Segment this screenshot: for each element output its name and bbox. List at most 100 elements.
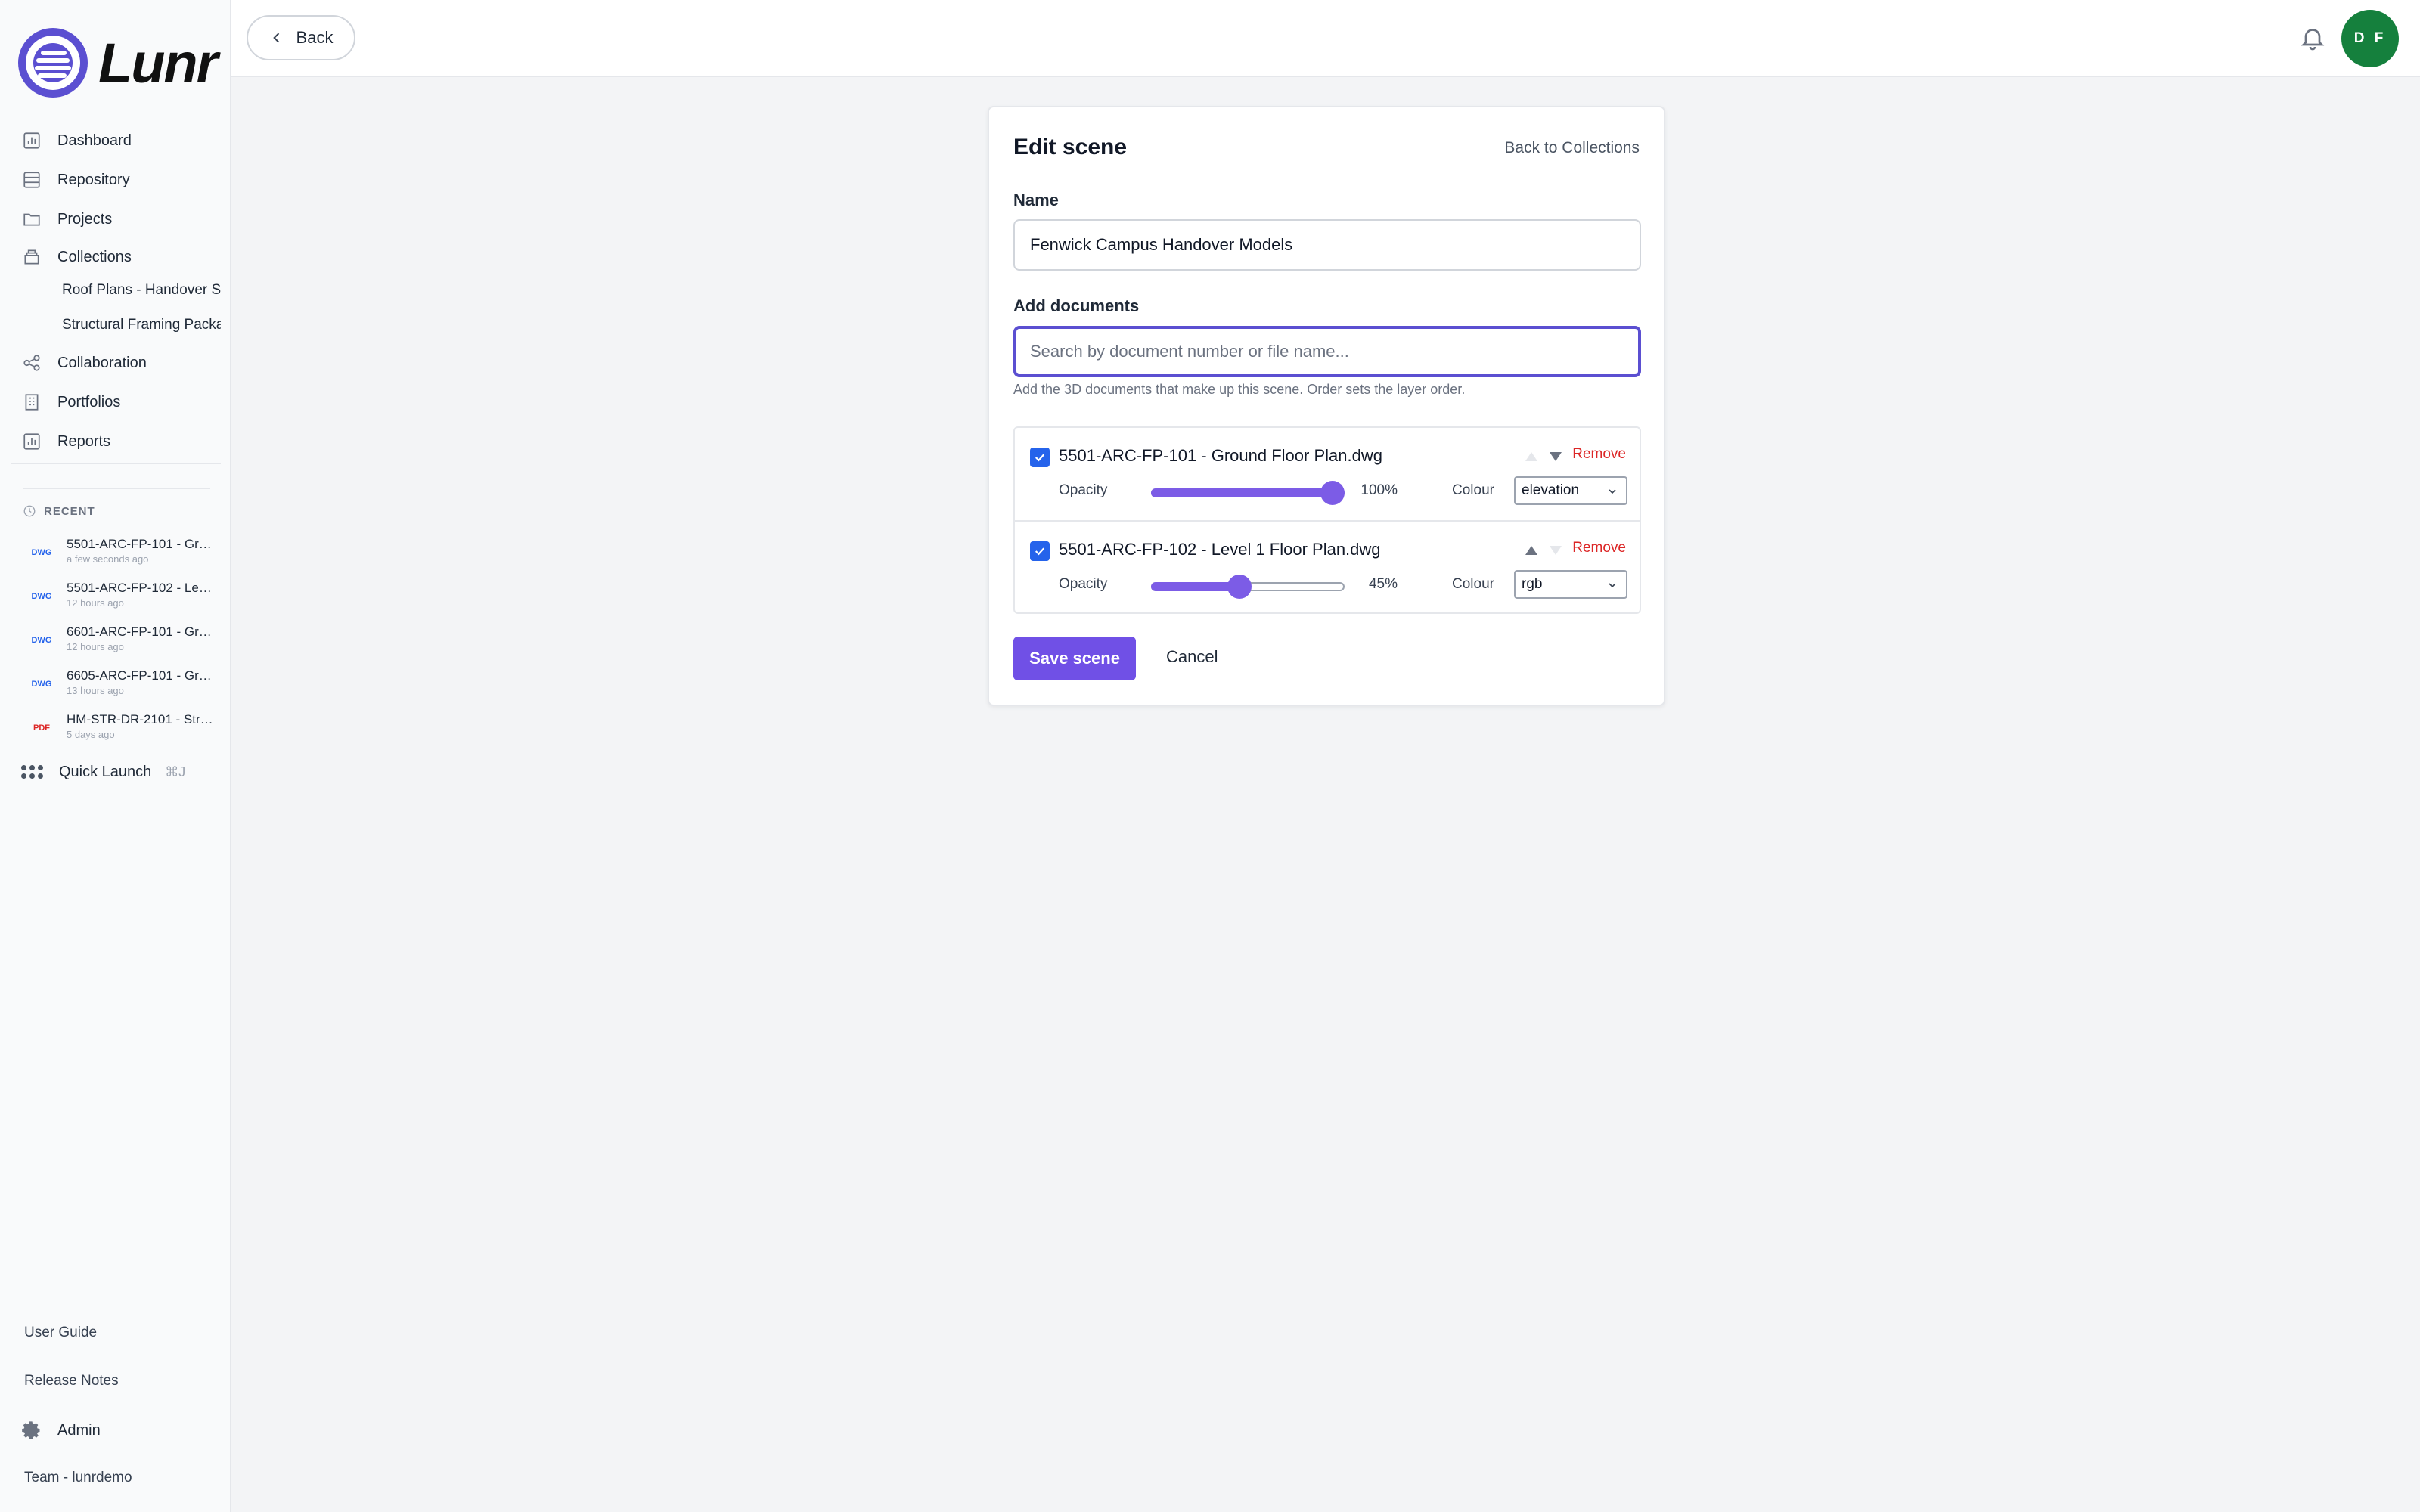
remove-button[interactable]: Remove	[1572, 540, 1626, 556]
quick-launch[interactable]: Quick Launch ⌘J	[21, 759, 185, 785]
recent-time: 12 hours ago	[67, 641, 124, 652]
dwg-file-icon: DWG	[31, 636, 52, 645]
nav-label: Collaboration	[57, 354, 147, 371]
recent-title: 5501-ARC-FP-102 - Level 1 Floor Plan.dwg	[67, 581, 218, 595]
nav-label: Repository	[57, 171, 130, 188]
collection-item[interactable]: Roof Plans - Handover Set	[62, 277, 221, 304]
clock-icon	[23, 505, 36, 517]
recent-item[interactable]: DWG 5501-ARC-FP-102 - Level 1 Floor Plan…	[26, 579, 222, 615]
chevron-down-icon	[1606, 579, 1618, 591]
recent-title: 6605-ARC-FP-101 - Ground Floor Plan.dwg	[67, 668, 218, 683]
colour-select[interactable]: rgb	[1514, 570, 1627, 599]
recent-heading: RECENT	[23, 504, 95, 518]
chevron-left-icon	[272, 33, 279, 43]
share-icon	[21, 352, 42, 373]
user-guide-link[interactable]: User Guide	[24, 1325, 97, 1341]
move-up-icon[interactable]	[1523, 543, 1540, 558]
document-name: 5501-ARC-FP-101 - Ground Floor Plan.dwg	[1059, 446, 1382, 465]
team-label[interactable]: Team - lunrdemo	[24, 1470, 132, 1486]
opacity-value: 100%	[1360, 482, 1398, 498]
recent-item[interactable]: PDF HM-STR-DR-2101 - Structural Drawing.…	[26, 711, 222, 747]
lunr-logo-icon	[18, 28, 88, 98]
chart-icon	[21, 431, 42, 452]
save-scene-button[interactable]: Save scene	[1013, 637, 1136, 680]
nav-label: Portfolios	[57, 393, 121, 411]
quick-launch-shortcut: ⌘J	[165, 764, 186, 779]
recent-time: a few seconds ago	[67, 553, 149, 565]
opacity-label: Opacity	[1059, 482, 1108, 498]
folder-icon	[21, 209, 42, 230]
nav-item-projects[interactable]: Projects	[21, 204, 112, 234]
opacity-slider[interactable]	[1151, 575, 1345, 599]
release-notes-link[interactable]: Release Notes	[24, 1373, 119, 1390]
recent-title: HM-STR-DR-2101 - Structural Drawing.pdf	[67, 712, 218, 727]
check-icon	[1035, 547, 1045, 556]
document-row: 5501-ARC-FP-101 - Ground Floor Plan.dwg …	[1015, 428, 1640, 520]
recent-item[interactable]: DWG 6605-ARC-FP-101 - Ground Floor Plan.…	[26, 667, 222, 703]
recent-item[interactable]: DWG 6601-ARC-FP-101 - Ground Floor Plan.…	[26, 623, 222, 659]
scene-name-input[interactable]	[1013, 219, 1641, 271]
dwg-file-icon: DWG	[31, 548, 52, 557]
colour-select-value: elevation	[1522, 482, 1580, 498]
bell-icon[interactable]	[2299, 24, 2326, 51]
quick-launch-label: Quick Launch	[59, 763, 152, 780]
recent-time: 13 hours ago	[67, 685, 124, 696]
recent-title: 6601-ARC-FP-101 - Ground Floor Plan.dwg	[67, 624, 218, 639]
gear-icon	[22, 1421, 40, 1439]
nav-item-dashboard[interactable]: Dashboard	[21, 125, 132, 156]
dwg-file-icon: DWG	[31, 592, 52, 601]
document-search-input[interactable]	[1013, 326, 1641, 377]
nav-label: Projects	[57, 210, 113, 228]
recent-time: 12 hours ago	[67, 597, 124, 609]
helper-text: Add the 3D documents that make up this s…	[1013, 382, 1466, 397]
opacity-label: Opacity	[1059, 576, 1108, 592]
nav-label: Collections	[57, 248, 132, 265]
nav-item-portfolios[interactable]: Portfolios	[21, 387, 120, 417]
admin-link[interactable]: Admin	[21, 1420, 101, 1441]
document-row: 5501-ARC-FP-102 - Level 1 Floor Plan.dwg…	[1015, 520, 1640, 612]
edit-scene-card: Edit scene Back to Collections Name Add …	[988, 106, 1665, 706]
remove-button[interactable]: Remove	[1572, 446, 1626, 463]
move-down-icon[interactable]	[1547, 543, 1564, 558]
admin-label: Admin	[57, 1421, 101, 1439]
sidebar: Lunr Dashboard Repository Projects Colle…	[0, 0, 231, 1512]
colour-label: Colour	[1452, 482, 1494, 498]
back-button[interactable]: Back	[247, 15, 355, 60]
check-icon	[1035, 454, 1045, 462]
move-up-icon[interactable]	[1523, 449, 1540, 464]
nav-label: Reports	[57, 432, 111, 450]
logo-text: Lunr	[98, 31, 218, 94]
sidebar-divider	[11, 463, 221, 464]
slider-thumb	[1227, 575, 1252, 599]
collection-item[interactable]: Structural Framing Package	[62, 311, 221, 339]
nav-item-collaboration[interactable]: Collaboration	[21, 348, 147, 378]
nav-item-reports[interactable]: Reports	[21, 426, 110, 457]
repository-icon	[21, 169, 42, 191]
sidebar-divider	[23, 488, 210, 489]
colour-select[interactable]: elevation	[1514, 476, 1627, 505]
recent-time: 5 days ago	[67, 729, 115, 740]
name-label: Name	[1013, 191, 1059, 209]
nav-item-repository[interactable]: Repository	[21, 165, 130, 195]
document-checkbox[interactable]	[1030, 448, 1050, 467]
add-documents-label: Add documents	[1013, 296, 1140, 315]
building-icon	[21, 392, 42, 413]
logo[interactable]: Lunr	[18, 27, 218, 98]
pdf-file-icon: PDF	[33, 723, 50, 733]
document-name: 5501-ARC-FP-102 - Level 1 Floor Plan.dwg	[1059, 540, 1381, 559]
cancel-button[interactable]: Cancel	[1166, 647, 1218, 667]
chart-icon	[21, 130, 42, 151]
colour-select-value: rgb	[1522, 576, 1543, 592]
nav-item-collections[interactable]: Collections	[21, 242, 132, 272]
colour-label: Colour	[1452, 576, 1494, 592]
grid-dots-icon	[21, 765, 44, 779]
document-checkbox[interactable]	[1030, 541, 1050, 561]
opacity-slider[interactable]	[1151, 481, 1345, 505]
avatar[interactable]: D F	[2341, 10, 2399, 67]
chevron-down-icon	[1606, 485, 1618, 497]
dwg-file-icon: DWG	[31, 680, 52, 689]
collections-icon	[21, 246, 42, 268]
move-down-icon[interactable]	[1547, 449, 1564, 464]
recent-item[interactable]: DWG 5501-ARC-FP-101 - Ground Floor Plan.…	[26, 535, 222, 572]
back-to-collections-link[interactable]: Back to Collections	[1504, 139, 1640, 157]
